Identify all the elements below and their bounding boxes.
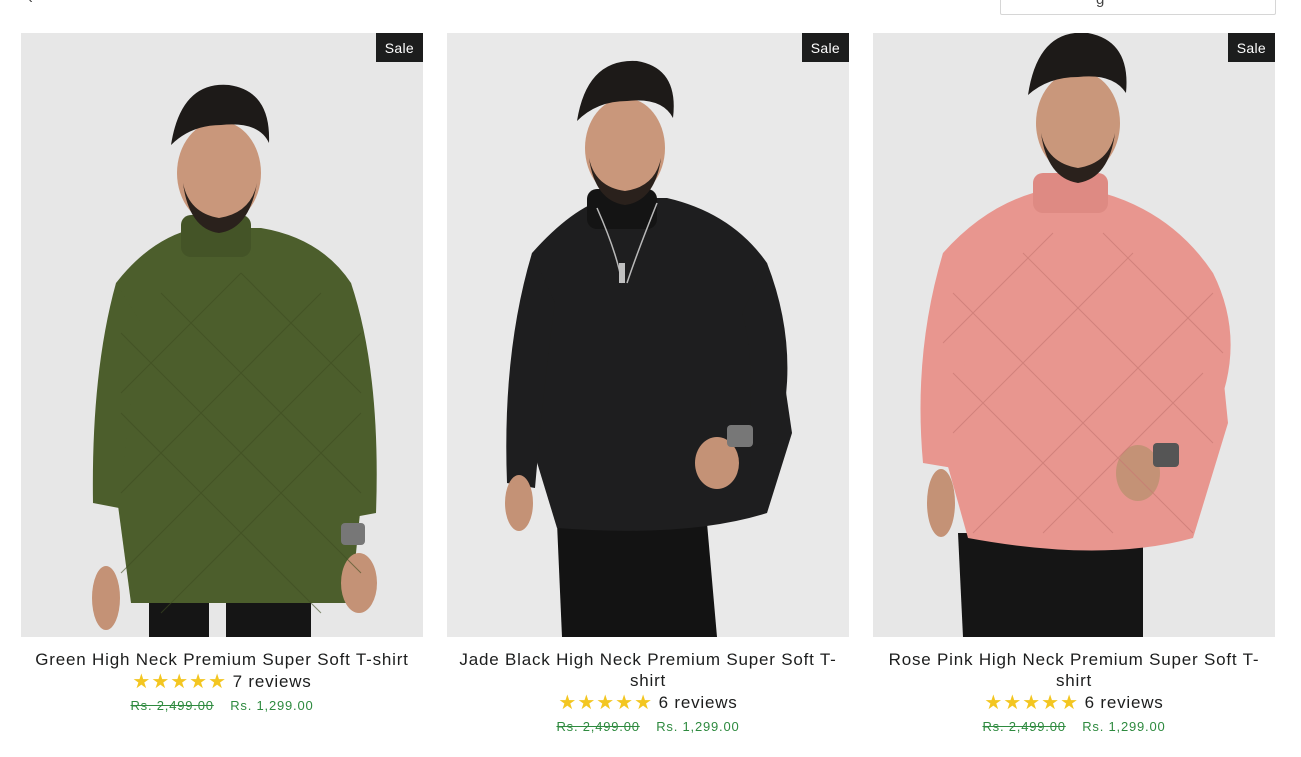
compare-price: Rs. 2,499.00	[130, 698, 214, 713]
product-card[interactable]: Sale Jade Black High Neck Premium Super …	[447, 33, 849, 734]
product-image[interactable]: Sale	[873, 33, 1275, 637]
breadcrumb-fragment: ‹	[28, 0, 33, 6]
product-price: Rs. 2,499.00 Rs. 1,299.00	[873, 719, 1275, 734]
sale-price: Rs. 1,299.00	[1082, 719, 1166, 734]
review-count: 6 reviews	[1084, 693, 1164, 712]
product-card[interactable]: Sale Rose Pink High Neck Premium Super S…	[873, 33, 1275, 734]
compare-price: Rs. 2,499.00	[556, 719, 640, 734]
product-grid: Sale Green High Neck Premium Super Soft …	[21, 33, 1277, 734]
product-card[interactable]: Sale Green High Neck Premium Super Soft …	[21, 33, 423, 734]
sale-price: Rs. 1,299.00	[656, 719, 740, 734]
rating-stars-icon: ★★★★★	[132, 671, 228, 693]
product-title[interactable]: Rose Pink High Neck Premium Super Soft T…	[873, 649, 1275, 691]
product-title[interactable]: Green High Neck Premium Super Soft T-shi…	[21, 649, 423, 670]
compare-price: Rs. 2,499.00	[982, 719, 1066, 734]
product-rating[interactable]: ★★★★★ 6 reviews	[447, 692, 849, 714]
rating-stars-icon: ★★★★★	[984, 692, 1080, 714]
product-rating[interactable]: ★★★★★ 6 reviews	[873, 692, 1275, 714]
product-image[interactable]: Sale	[447, 33, 849, 637]
sale-badge: Sale	[375, 33, 423, 62]
product-photo	[447, 33, 849, 637]
sort-select[interactable]: g	[1000, 0, 1276, 15]
sale-badge: Sale	[801, 33, 849, 62]
review-count: 6 reviews	[658, 693, 738, 712]
review-count: 7 reviews	[232, 672, 312, 691]
product-photo	[21, 33, 423, 637]
product-photo	[873, 33, 1275, 637]
product-price: Rs. 2,499.00 Rs. 1,299.00	[447, 719, 849, 734]
product-rating[interactable]: ★★★★★ 7 reviews	[21, 671, 423, 693]
product-title[interactable]: Jade Black High Neck Premium Super Soft …	[447, 649, 849, 691]
product-image[interactable]: Sale	[21, 33, 423, 637]
sort-select-value: g	[1096, 0, 1104, 8]
sale-badge: Sale	[1227, 33, 1275, 62]
rating-stars-icon: ★★★★★	[558, 692, 654, 714]
product-price: Rs. 2,499.00 Rs. 1,299.00	[21, 698, 423, 713]
sale-price: Rs. 1,299.00	[230, 698, 314, 713]
